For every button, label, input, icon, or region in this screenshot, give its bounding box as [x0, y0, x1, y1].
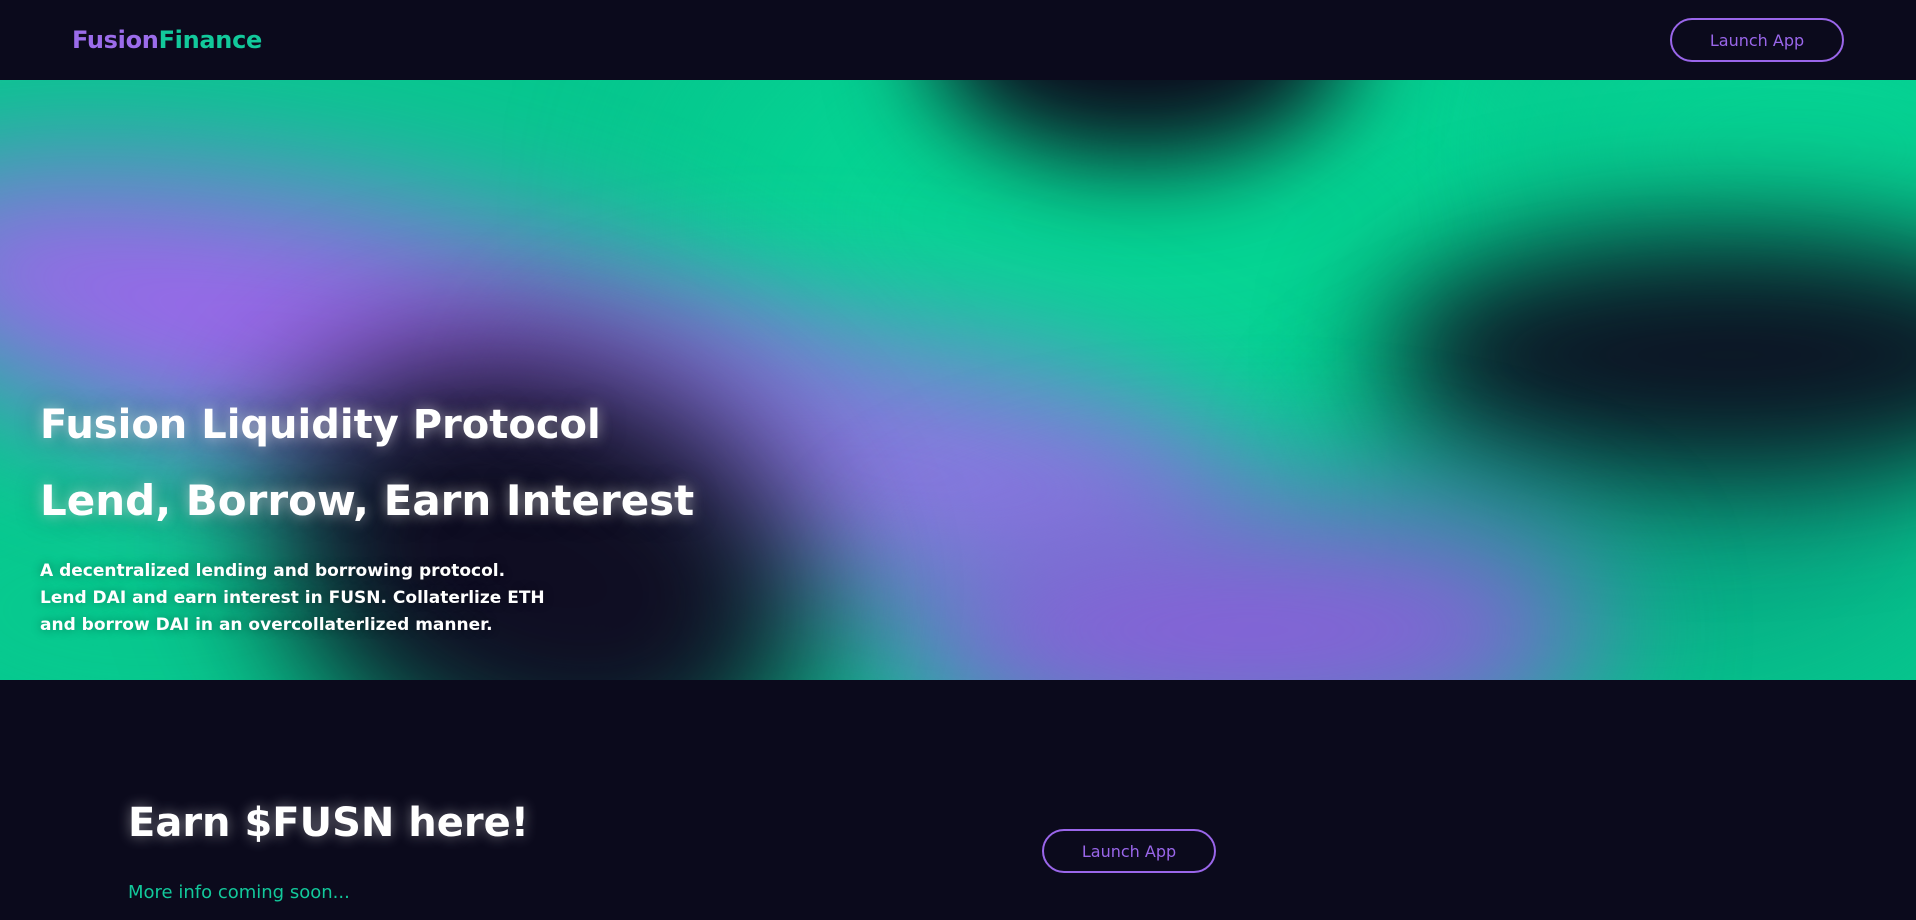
hero-description: A decentralized lending and borrowing pr… [40, 558, 545, 639]
hero-description-line: A decentralized lending and borrowing pr… [40, 561, 506, 581]
hero-title: Fusion Liquidity Protocol [40, 402, 601, 448]
hero-banner: Fusion Liquidity Protocol Lend, Borrow, … [0, 80, 1916, 680]
earn-note: More info coming soon... [128, 882, 350, 903]
navbar: FusionFinance Launch App [0, 0, 1916, 80]
earn-title: Earn $FUSN here! [128, 800, 529, 846]
earn-launch-app-button[interactable]: Launch App [1042, 829, 1216, 873]
hero-subtitle: Lend, Borrow, Earn Interest [40, 476, 695, 525]
nav-launch-app-button[interactable]: Launch App [1670, 18, 1844, 62]
brand-logo[interactable]: FusionFinance [72, 24, 262, 56]
hero-description-line: and borrow DAI in an overcollaterlized m… [40, 615, 493, 635]
brand-logo-fusion: Fusion [72, 26, 159, 54]
brand-logo-finance: Finance [158, 26, 263, 54]
hero-description-line: Lend DAI and earn interest in FUSN. Coll… [40, 588, 545, 608]
